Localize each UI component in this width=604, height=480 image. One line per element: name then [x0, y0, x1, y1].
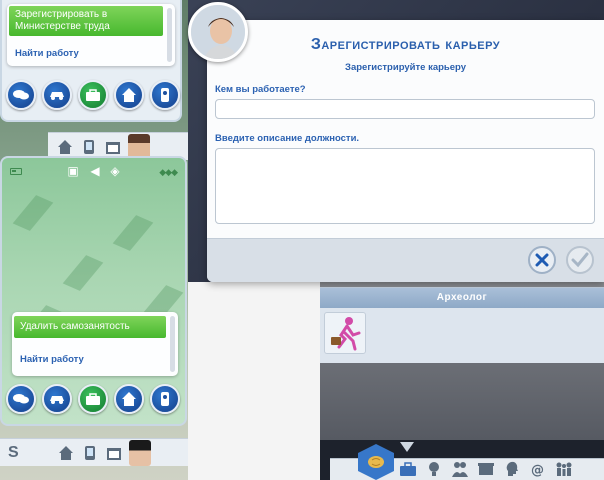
travel-button[interactable] [42, 384, 72, 414]
people-icon [452, 462, 468, 477]
car-icon [50, 92, 64, 100]
close-icon [535, 253, 549, 267]
home-strip-icon[interactable] [56, 138, 74, 156]
sim-avatar[interactable] [128, 439, 151, 466]
check-icon [571, 252, 589, 268]
career-panel: Археолог [320, 287, 604, 363]
brain-icon [368, 456, 384, 468]
description-input[interactable] [215, 148, 595, 224]
skills-hud-button[interactable] [424, 460, 444, 478]
career-button[interactable] [78, 80, 108, 110]
find-job-link[interactable]: Найти работу [15, 48, 79, 59]
register-labor-item[interactable]: Зарегистрировать в Министерстве труда [9, 6, 163, 36]
career-button[interactable] [78, 384, 108, 414]
emotions-icon: @ [531, 463, 544, 477]
remote-icon [161, 392, 169, 406]
remove-self-employment-item[interactable]: Удалить самозанятость [14, 316, 166, 338]
inventory-hud-button[interactable] [476, 460, 496, 478]
svg-text:@: @ [531, 463, 544, 477]
signal-icon: ◆◆◆ [159, 167, 178, 177]
job-label: Кем вы работаете? [215, 84, 306, 95]
home-strip-icon[interactable] [57, 444, 75, 462]
hud-icon-row: @ [398, 460, 574, 478]
lightbulb-icon [429, 462, 439, 476]
phone-menu-top: Зарегистрировать в Министерстве труда На… [7, 4, 175, 66]
briefcase-icon [400, 462, 416, 476]
options-button[interactable] [150, 384, 180, 414]
calendar-strip-icon[interactable] [104, 138, 122, 156]
phone-strip-icon[interactable] [80, 138, 98, 156]
bg-pattern [62, 255, 104, 291]
sound-icon[interactable]: ◀ [88, 164, 102, 178]
chat-icon [13, 90, 29, 100]
home-icon [122, 88, 136, 102]
runner-briefcase-icon [331, 317, 361, 351]
phone-nav-main [6, 384, 180, 414]
battery-icon [10, 168, 22, 175]
bg-pattern [112, 215, 154, 251]
phone-nav-top [6, 80, 180, 110]
dialog-title: Зарегистрировать карьеру [310, 36, 501, 53]
phone-status-bar: ▣ ◀ ◈ ◆◆◆ [2, 158, 185, 186]
phone-panel-top: Зарегистрировать в Министерстве труда На… [0, 0, 182, 122]
menu-scrollbar[interactable] [170, 316, 175, 372]
relationships-hud-button[interactable] [450, 460, 470, 478]
career-icon-tile[interactable] [324, 312, 366, 354]
task-strip-bottom: S [0, 438, 188, 466]
remote-icon [161, 88, 169, 102]
sim-portrait [188, 2, 248, 62]
household-button[interactable] [114, 384, 144, 414]
family-icon [556, 462, 572, 476]
box-icon [478, 463, 494, 475]
description-label: Введите описание должности. [215, 133, 360, 144]
register-career-dialog: Зарегистрировать карьеру Зарегистрируйте… [207, 20, 604, 282]
whims-hud-button[interactable]: @ [528, 460, 548, 478]
career-hud-button[interactable] [398, 460, 418, 478]
find-job-link[interactable]: Найти работу [20, 354, 84, 365]
travel-button[interactable] [42, 80, 72, 110]
dialog-subtitle: Зарегистрируйте карьеру [345, 62, 466, 73]
phone-strip-icon[interactable] [81, 444, 99, 462]
chat-icon [13, 394, 29, 404]
cancel-button[interactable] [528, 246, 556, 274]
confirm-button[interactable] [566, 246, 594, 274]
phone-menu-main: Удалить самозанятость Найти работу [12, 312, 178, 376]
car-icon [50, 396, 64, 404]
career-icon [86, 393, 100, 405]
strip-letter: S [8, 443, 19, 461]
calendar-strip-icon[interactable] [105, 444, 123, 462]
household-button[interactable] [114, 80, 144, 110]
camera-icon[interactable]: ▣ [66, 164, 80, 178]
hud-pointer [400, 442, 414, 452]
bg-pattern [12, 195, 54, 231]
home-icon [122, 392, 136, 406]
social-button[interactable] [6, 384, 36, 414]
dialog-footer [207, 238, 604, 282]
settings-icon[interactable]: ◈ [108, 164, 122, 178]
options-button[interactable] [150, 80, 180, 110]
head-icon [506, 461, 518, 476]
household-hud-button[interactable] [554, 460, 574, 478]
job-input[interactable] [215, 99, 595, 119]
social-button[interactable] [6, 80, 36, 110]
career-icon [86, 89, 100, 101]
career-title: Археолог [320, 288, 604, 308]
phone-panel-main: ▣ ◀ ◈ ◆◆◆ Удалить самозанятость Найти ра… [0, 156, 187, 426]
blank-area [188, 282, 320, 480]
menu-scrollbar[interactable] [167, 8, 172, 62]
needs-hud-button[interactable] [502, 460, 522, 478]
